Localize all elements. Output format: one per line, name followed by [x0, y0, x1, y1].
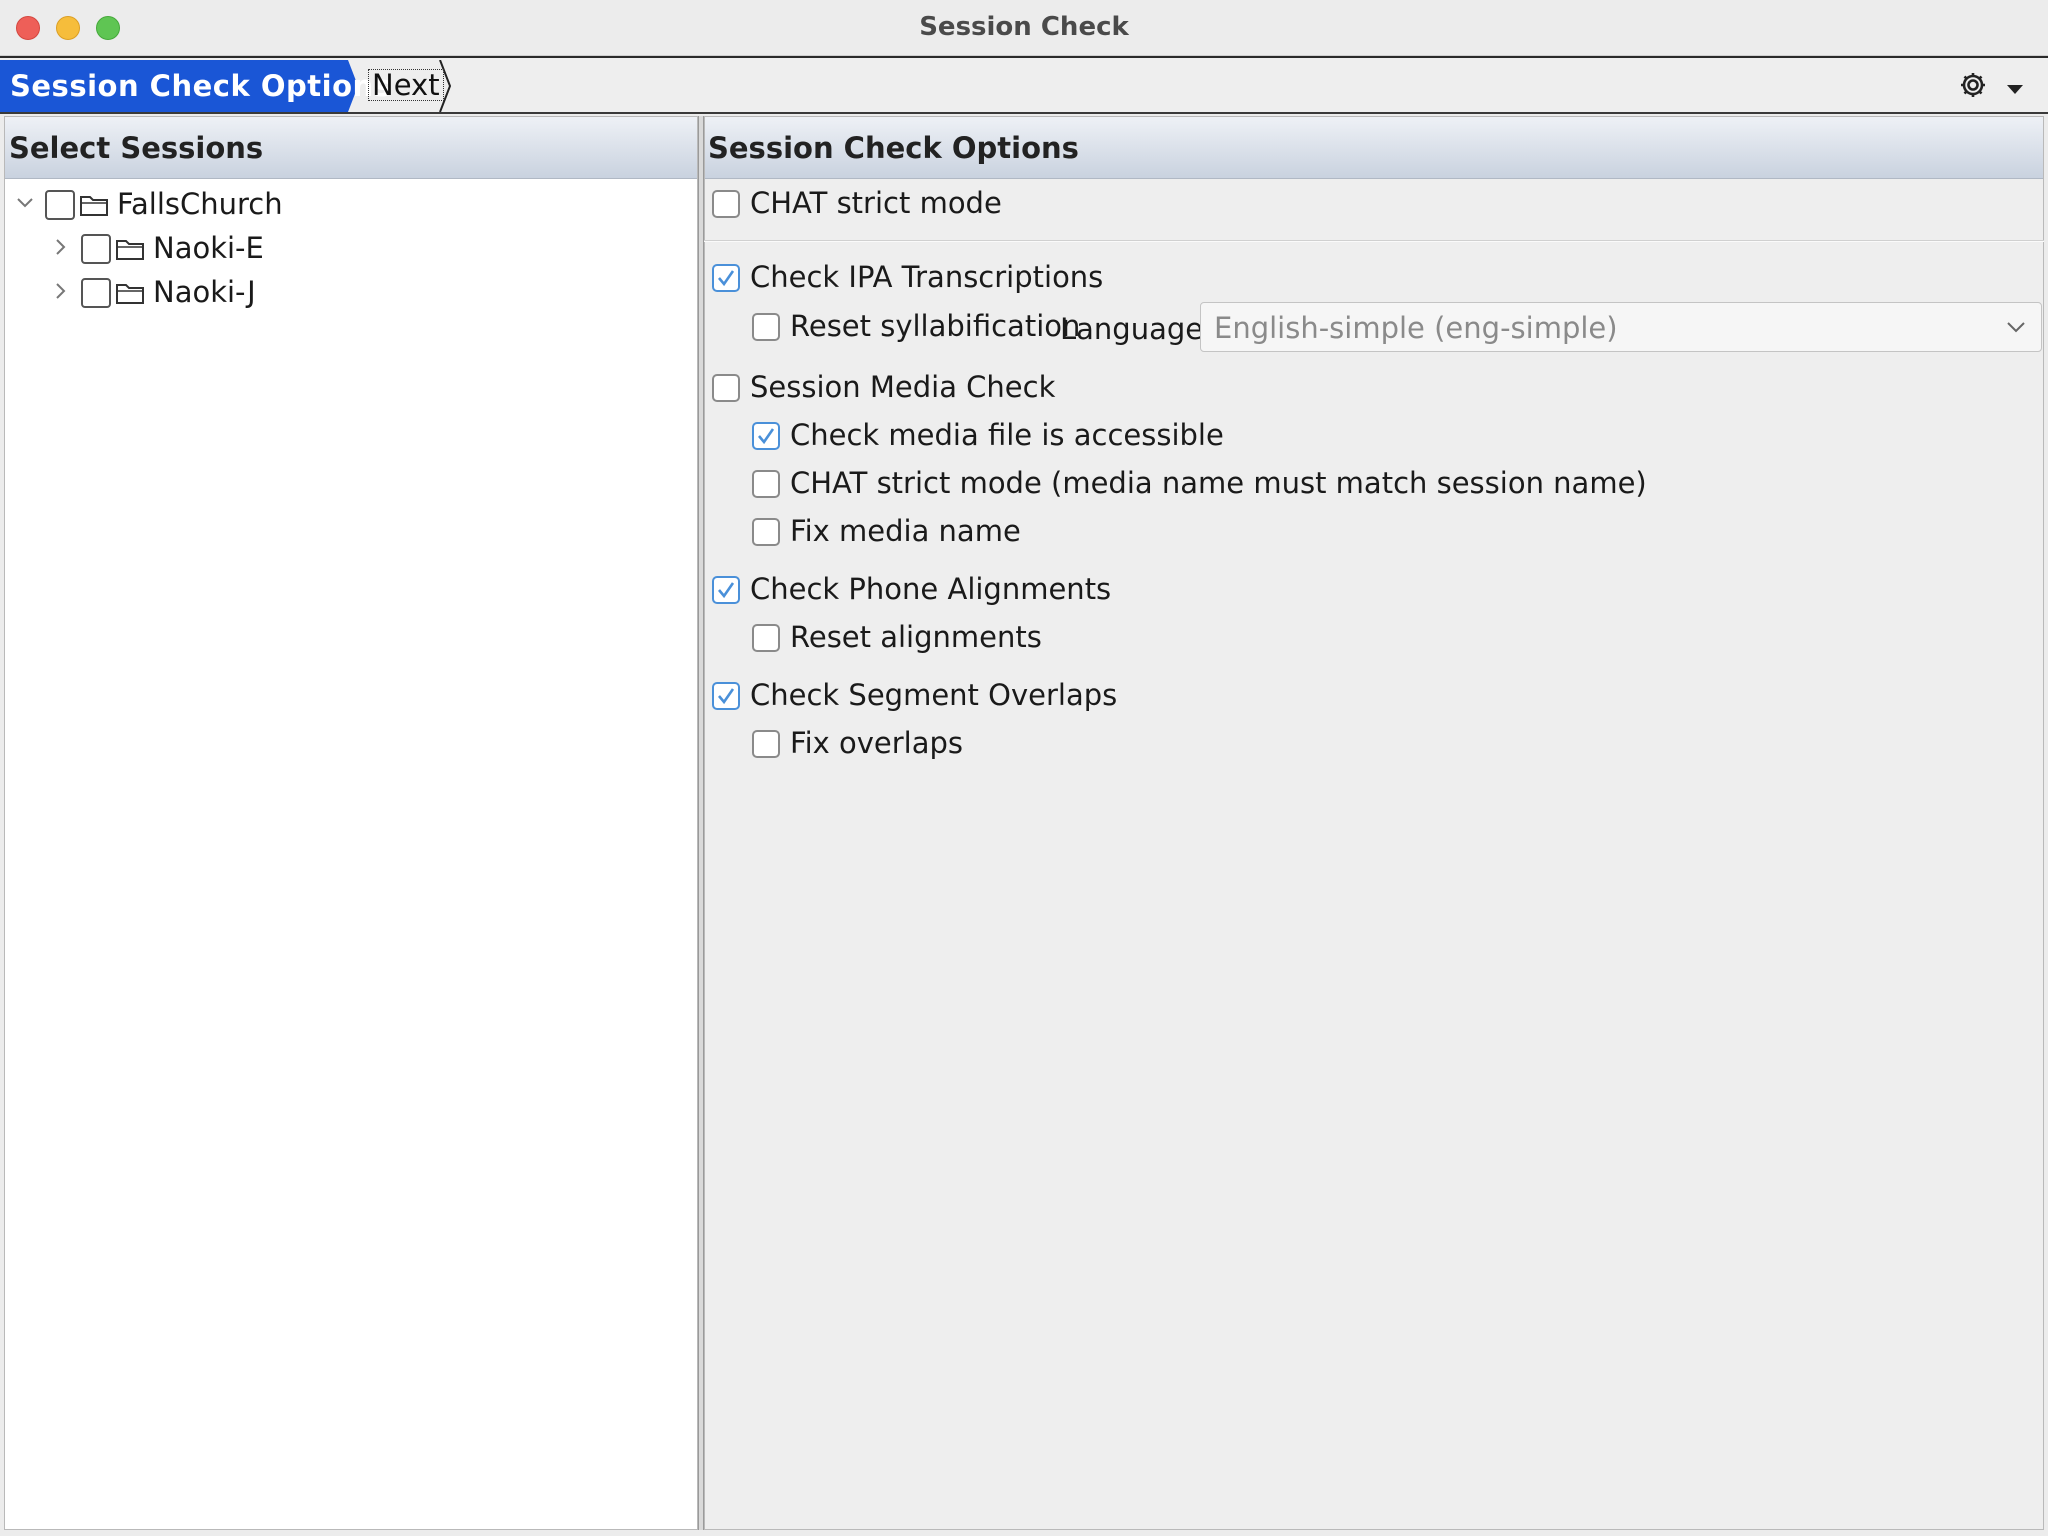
tree-label-naoki-e: Naoki-E [153, 231, 264, 265]
language-select-value: English-simple (eng-simple) [1214, 311, 1618, 345]
reset-syllabification-label: Reset syllabification [790, 309, 1081, 343]
option-reset-alignments[interactable]: Reset alignments [752, 618, 1352, 658]
checkmark-icon [718, 270, 735, 287]
tree-node-fallschurch[interactable]: FallsChurch [5, 185, 695, 225]
media-chat-strict-mode-checkbox[interactable] [752, 470, 780, 498]
tree-node-naoki-j[interactable]: Naoki-J [5, 273, 695, 313]
tree-checkbox-fallschurch[interactable] [45, 190, 75, 220]
breadcrumb-next-label: Next [368, 69, 444, 101]
chat-strict-mode-label: CHAT strict mode [750, 186, 1002, 220]
tree-label-naoki-j: Naoki-J [153, 275, 256, 309]
reset-alignments-label: Reset alignments [790, 620, 1042, 654]
language-label: Language: [1060, 312, 1213, 346]
chevron-down-icon[interactable] [15, 193, 35, 213]
tree-node-naoki-e[interactable]: Naoki-E [5, 229, 695, 269]
options-separator [704, 240, 2044, 242]
breadcrumb: Session Check Options Next [0, 56, 2048, 114]
title-bar: Session Check [0, 0, 2048, 56]
fix-overlaps-label: Fix overlaps [790, 726, 964, 760]
option-chat-strict-mode[interactable]: CHAT strict mode [712, 184, 1512, 224]
chevron-down-icon[interactable] [2005, 319, 2027, 335]
option-reset-syllabification[interactable]: Reset syllabification [752, 307, 1080, 347]
check-ipa-transcriptions-label: Check IPA Transcriptions [750, 260, 1104, 294]
gear-icon[interactable] [1958, 70, 1988, 100]
session-media-check-checkbox[interactable] [712, 374, 740, 402]
folder-icon [116, 284, 144, 304]
check-media-accessible-checkbox[interactable] [752, 422, 780, 450]
reset-alignments-checkbox[interactable] [752, 624, 780, 652]
checkmark-icon [758, 428, 775, 445]
fix-media-name-label: Fix media name [790, 514, 1021, 548]
chevron-right-icon[interactable] [51, 281, 71, 301]
media-chat-strict-mode-label: CHAT strict mode (media name must match … [790, 466, 1647, 500]
select-sessions-header: Select Sessions [5, 117, 697, 179]
chat-strict-mode-checkbox[interactable] [712, 190, 740, 218]
option-check-ipa-transcriptions[interactable]: Check IPA Transcriptions [712, 258, 1512, 298]
select-sessions-panel: Select Sessions FallsChurch Naoki-E Naok… [4, 116, 698, 1530]
session-media-check-label: Session Media Check [750, 370, 1056, 404]
breadcrumb-active-label: Session Check Options [10, 69, 392, 103]
chevron-right-icon[interactable] [51, 237, 71, 257]
check-phone-alignments-label: Check Phone Alignments [750, 572, 1112, 606]
tree-checkbox-naoki-e[interactable] [81, 234, 111, 264]
option-session-media-check[interactable]: Session Media Check [712, 368, 1512, 408]
check-phone-alignments-checkbox[interactable] [712, 576, 740, 604]
check-ipa-transcriptions-checkbox[interactable] [712, 264, 740, 292]
checkmark-icon [718, 582, 735, 599]
language-select[interactable]: English-simple (eng-simple) [1200, 302, 2042, 352]
session-check-options-title: Session Check Options [708, 131, 1079, 165]
session-check-options-header: Session Check Options [705, 117, 2043, 179]
tree-label-fallschurch: FallsChurch [117, 187, 283, 221]
fix-media-name-checkbox[interactable] [752, 518, 780, 546]
option-fix-overlaps[interactable]: Fix overlaps [752, 724, 1352, 764]
check-segment-overlaps-checkbox[interactable] [712, 682, 740, 710]
option-check-phone-alignments[interactable]: Check Phone Alignments [712, 570, 1512, 610]
select-sessions-title: Select Sessions [9, 131, 264, 165]
check-segment-overlaps-label: Check Segment Overlaps [750, 678, 1118, 712]
option-media-chat-strict-mode[interactable]: CHAT strict mode (media name must match … [752, 464, 1852, 504]
check-media-accessible-label: Check media file is accessible [790, 418, 1224, 452]
option-check-segment-overlaps[interactable]: Check Segment Overlaps [712, 676, 1512, 716]
option-check-media-accessible[interactable]: Check media file is accessible [752, 416, 1652, 456]
breadcrumb-next[interactable]: Next [362, 60, 462, 112]
fix-overlaps-checkbox[interactable] [752, 730, 780, 758]
folder-icon [116, 240, 144, 260]
folder-icon [80, 196, 108, 216]
checkmark-icon [718, 688, 735, 705]
reset-syllabification-checkbox[interactable] [752, 313, 780, 341]
window-title: Session Check [919, 12, 1129, 42]
breadcrumb-session-check-options[interactable]: Session Check Options [0, 60, 391, 112]
option-fix-media-name[interactable]: Fix media name [752, 512, 1352, 552]
dropdown-arrow-icon[interactable] [2006, 80, 2024, 94]
tree-checkbox-naoki-j[interactable] [81, 278, 111, 308]
